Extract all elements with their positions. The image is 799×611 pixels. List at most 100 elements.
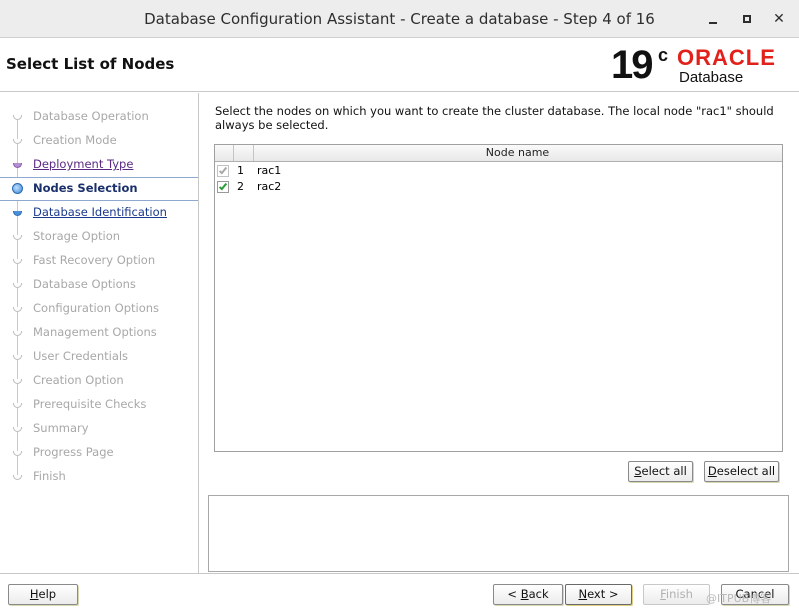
step-label: Progress Page <box>33 445 114 459</box>
step-label: Summary <box>33 421 89 435</box>
main-content: Select the nodes on which you want to cr… <box>200 93 799 573</box>
step-marker-icon <box>12 183 23 194</box>
step-item: Nodes Selection <box>0 177 198 201</box>
step-label: Creation Option <box>33 373 124 387</box>
step-marker-icon <box>13 259 22 264</box>
step-marker-icon <box>13 475 22 480</box>
step-label: Prerequisite Checks <box>33 397 147 411</box>
back-prefix: < <box>507 587 521 601</box>
step-label: Finish <box>33 469 66 483</box>
minimize-icon <box>709 22 717 24</box>
step-marker-icon <box>13 115 22 120</box>
node-name: rac1 <box>257 164 282 177</box>
step-label: Nodes Selection <box>33 181 138 195</box>
step-marker-icon <box>13 283 22 288</box>
step-marker-icon <box>13 163 22 168</box>
page-title: Select List of Nodes <box>6 55 175 73</box>
window-title: Database Configuration Assistant - Creat… <box>144 10 655 28</box>
finish-button[interactable]: Finish <box>643 584 710 605</box>
node-checkbox[interactable] <box>217 181 229 193</box>
step-marker-icon <box>13 427 22 432</box>
step-marker-icon <box>13 451 22 456</box>
step-item: Storage Option <box>0 225 198 249</box>
step-label: Fast Recovery Option <box>33 253 156 267</box>
row-number: 2 <box>237 180 244 193</box>
step-item: Database Options <box>0 273 198 297</box>
node-checkbox <box>217 165 229 177</box>
step-label: Creation Mode <box>33 133 117 147</box>
watermark: @ITPUB博客 <box>706 592 772 605</box>
column-header-number[interactable] <box>234 145 254 161</box>
step-item: Fast Recovery Option <box>0 249 198 273</box>
deselect-all-button[interactable]: Deselect all <box>704 461 779 482</box>
deselect-all-label: eselect all <box>716 464 776 478</box>
help-button[interactable]: Help <box>8 584 78 605</box>
step-item: User Credentials <box>0 345 198 369</box>
step-marker-icon <box>13 331 22 336</box>
back-mnemonic: B <box>520 587 529 601</box>
step-item: Creation Mode <box>0 129 198 153</box>
message-pane <box>208 495 789 572</box>
close-icon: ✕ <box>773 11 785 27</box>
step-marker-icon <box>13 235 22 240</box>
step-marker-icon <box>13 403 22 408</box>
step-item: Management Options <box>0 321 198 345</box>
minimize-button[interactable] <box>703 9 723 29</box>
back-button[interactable]: < Back <box>493 584 563 605</box>
maximize-icon <box>743 15 751 23</box>
step-label: Management Options <box>33 325 157 339</box>
step-label: Deployment Type <box>33 157 134 171</box>
step-label: Storage Option <box>33 229 121 243</box>
step-marker-icon <box>13 211 22 216</box>
table-row[interactable]: 2 rac2 <box>215 179 782 195</box>
maximize-button[interactable] <box>737 9 757 29</box>
step-label: User Credentials <box>33 349 129 363</box>
step-label: Database Operation <box>33 109 149 123</box>
help-label: elp <box>38 587 57 601</box>
column-header-node-name[interactable]: Node name <box>254 145 781 161</box>
step-item[interactable]: Deployment Type <box>0 153 198 177</box>
step-item: Database Operation <box>0 105 198 129</box>
step-item: Prerequisite Checks <box>0 393 198 417</box>
node-table: Node name 1 rac1 2 rac2 <box>214 144 783 452</box>
step-marker-icon <box>13 379 22 384</box>
next-label: ext > <box>587 587 619 601</box>
logo-brand: ORACLE <box>677 45 776 70</box>
select-all-label: elect all <box>641 464 687 478</box>
finish-label: inish <box>665 587 693 601</box>
oracle-logo: 19 c ORACLE Database <box>611 43 791 87</box>
next-button[interactable]: Next > <box>565 584 632 605</box>
select-all-button[interactable]: Select all <box>628 461 693 482</box>
instruction-text: Select the nodes on which you want to cr… <box>215 104 774 132</box>
step-item: Finish <box>0 465 198 489</box>
row-number: 1 <box>237 164 244 177</box>
node-name: rac2 <box>257 180 282 193</box>
step-marker-icon <box>13 307 22 312</box>
deselect-all-mnemonic: D <box>707 464 717 478</box>
select-all-mnemonic: S <box>634 464 642 478</box>
step-item: Configuration Options <box>0 297 198 321</box>
table-header: Node name <box>215 145 782 162</box>
table-row[interactable]: 1 rac1 <box>215 163 782 179</box>
step-marker-icon <box>13 355 22 360</box>
help-mnemonic: H <box>29 587 39 601</box>
next-mnemonic: N <box>578 587 588 601</box>
step-item: Progress Page <box>0 441 198 465</box>
back-label: ack <box>528 587 549 601</box>
logo-product: Database <box>679 69 744 86</box>
footer-bar: Help < Back Next > Finish Cancel @ITPUB博… <box>0 573 799 611</box>
step-item[interactable]: Database Identification <box>0 201 198 225</box>
step-label: Configuration Options <box>33 301 160 315</box>
step-label: Database Options <box>33 277 136 291</box>
column-header-check[interactable] <box>215 145 234 161</box>
step-label: Database Identification <box>33 205 167 219</box>
page-header: Select List of Nodes 19 c ORACLE Databas… <box>0 38 799 92</box>
close-button[interactable]: ✕ <box>769 9 789 29</box>
logo-superscript: c <box>658 45 669 65</box>
window-titlebar: Database Configuration Assistant - Creat… <box>0 0 799 38</box>
checkmark-icon <box>218 181 228 191</box>
step-marker-icon <box>13 139 22 144</box>
logo-version: 19 <box>611 43 653 87</box>
step-item: Summary <box>0 417 198 441</box>
checkmark-icon <box>218 165 228 175</box>
